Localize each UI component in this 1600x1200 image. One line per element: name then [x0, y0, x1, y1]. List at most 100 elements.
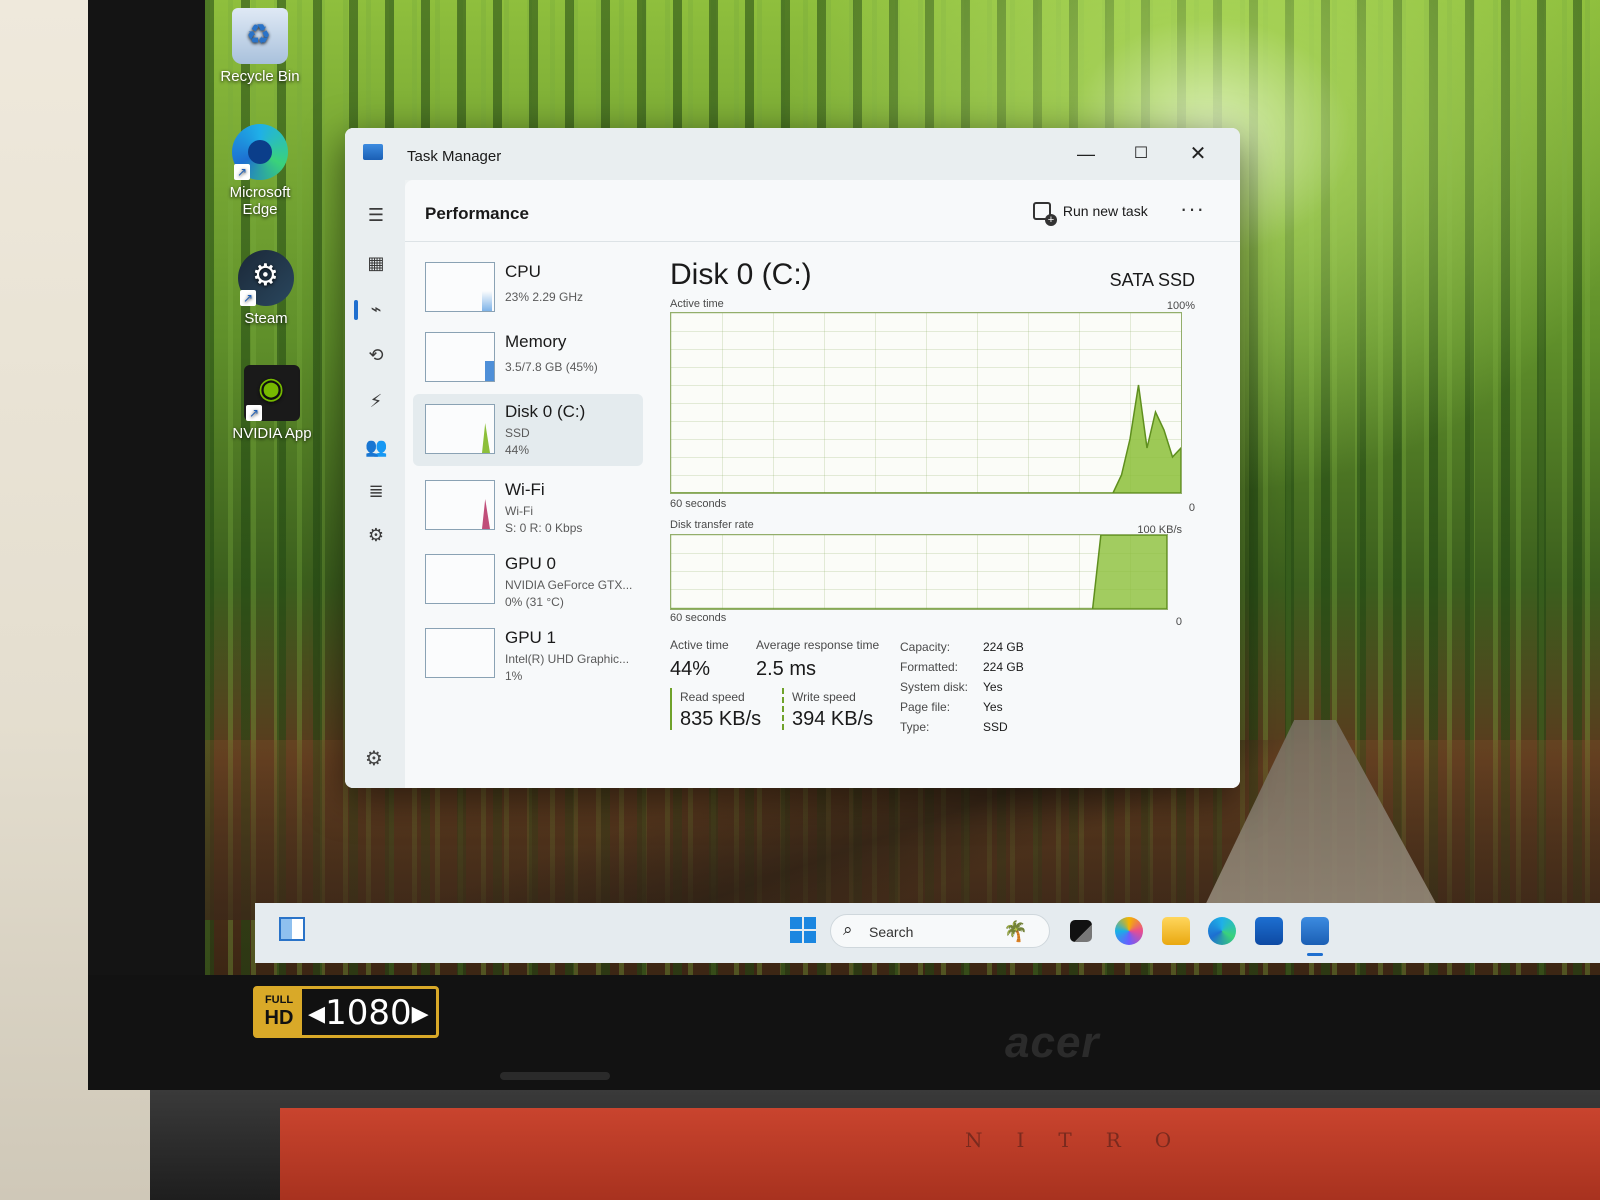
resource-item-gpu1[interactable]: GPU 1 Intel(R) UHD Graphic... 1% [413, 620, 643, 690]
avg-response-stat-label: Average response time [756, 638, 880, 652]
desktop-icon-label: Microsoft Edge [229, 184, 291, 218]
taskbar-search-box[interactable]: ⌕ Search 🌴 [830, 914, 1050, 948]
badge-top-text: FULL [264, 994, 294, 1006]
disk-title: Disk 0 (C:) [670, 258, 812, 291]
run-task-icon [1033, 202, 1057, 226]
maximize-button[interactable]: ☐ [1118, 138, 1164, 170]
capacity-value: 224 GB [983, 640, 1024, 654]
resource-detail: NVIDIA GeForce GTX... [505, 578, 633, 592]
read-speed-indicator [670, 688, 672, 730]
navigation-rail: ☰ ▦ ⌁ ⟲ ⚡ 👥 ≣ ⚙ ⚙ [345, 180, 405, 788]
nvidia-icon: ↗ [244, 365, 300, 421]
shortcut-arrow-icon: ↗ [234, 164, 250, 180]
settings-gear-icon[interactable]: ⚙ [365, 746, 383, 771]
disk-detail-panel: Disk 0 (C:) SATA SSD Active time 100% 60… [670, 248, 1210, 788]
disk-thumbnail-graph [425, 404, 495, 454]
desktop-icon-label: Recycle Bin [220, 68, 300, 85]
gpu1-thumbnail-graph [425, 628, 495, 678]
store-icon[interactable] [1255, 917, 1283, 945]
recycle-bin-icon [232, 8, 288, 64]
model-name: NITRO [965, 1128, 1206, 1152]
active-time-series-area [671, 384, 1181, 493]
task-manager-taskbar-icon[interactable] [1301, 917, 1329, 945]
resource-name: GPU 1 [505, 628, 557, 647]
search-highlight-icon: 🌴 [1003, 921, 1028, 943]
desktop-icon-nvidia[interactable]: ↗ NVIDIA App [217, 365, 327, 442]
resource-name: Memory [505, 332, 567, 351]
type-value: SSD [983, 720, 1008, 734]
magnifier-icon: ⌕ [843, 920, 853, 939]
details-icon[interactable]: ≣ [365, 480, 387, 502]
hamburger-menu-icon[interactable]: ☰ [365, 204, 387, 226]
task-manager-window: Task Manager — ☐ ✕ ☰ ▦ ⌁ ⟲ ⚡ 👥 ≣ ⚙ ⚙ Per… [345, 128, 1240, 788]
resource-detail: 0% (31 °C) [505, 595, 564, 609]
write-speed-indicator [782, 688, 784, 730]
edge-taskbar-icon[interactable] [1208, 917, 1236, 945]
startup-apps-icon[interactable]: ⚡ [365, 390, 387, 412]
brand-logo: acer [1005, 1018, 1100, 1067]
resource-detail: Wi-Fi [505, 504, 533, 518]
resource-detail: S: 0 R: 0 Kbps [505, 521, 583, 535]
window-title: Task Manager [407, 148, 502, 165]
users-icon[interactable]: 👥 [365, 436, 387, 458]
shortcut-arrow-icon: ↗ [246, 405, 262, 421]
page-title: Performance [425, 204, 529, 223]
resource-name: GPU 0 [505, 554, 557, 573]
steam-icon: ↗ [238, 250, 294, 306]
laptop-red-trim [280, 1108, 1600, 1200]
cpu-thumbnail-graph [425, 262, 495, 312]
copilot-icon[interactable] [1115, 917, 1143, 945]
desktop-icon-recycle-bin[interactable]: Recycle Bin [205, 8, 315, 85]
task-view-icon[interactable] [1070, 920, 1092, 942]
resource-name: Wi-Fi [505, 480, 545, 499]
close-button[interactable]: ✕ [1175, 138, 1221, 170]
desktop-icon-label: Steam [244, 310, 288, 327]
more-options-button[interactable]: ··· [1180, 196, 1205, 222]
read-speed-value: 835 KB/s [680, 708, 762, 730]
formatted-value: 224 GB [983, 660, 1024, 674]
resource-detail: 23% 2.29 GHz [505, 290, 584, 304]
page-file-value: Yes [983, 700, 1003, 714]
services-icon[interactable]: ⚙ [365, 524, 387, 546]
resource-item-gpu0[interactable]: GPU 0 NVIDIA GeForce GTX... 0% (31 °C) [413, 546, 643, 616]
resource-detail: SSD [505, 426, 530, 440]
transfer-rate-chart-label: Disk transfer rate [670, 519, 754, 531]
resource-item-wifi[interactable]: Wi-Fi Wi-Fi S: 0 R: 0 Kbps [413, 472, 643, 542]
resource-item-disk[interactable]: Disk 0 (C:) SSD 44% [413, 394, 643, 466]
desktop-icon-edge[interactable]: ↗ Microsoft Edge [205, 124, 315, 218]
performance-icon[interactable]: ⌁ [365, 298, 387, 320]
active-time-max-label: 100% [1166, 300, 1195, 312]
transfer-rate-duration-label: 60 seconds [670, 612, 727, 624]
chart-svg [671, 535, 1167, 609]
system-disk-label: System disk: [900, 680, 969, 694]
transfer-rate-min-label: 0 [1175, 616, 1182, 628]
run-new-task-label: Run new task [1062, 203, 1148, 219]
widgets-icon[interactable] [279, 917, 305, 941]
formatted-label: Formatted: [900, 660, 959, 674]
system-disk-value: Yes [983, 680, 1003, 694]
active-time-chart-label: Active time [670, 298, 724, 310]
minimize-button[interactable]: — [1063, 138, 1109, 170]
badge-resolution-text: ◂1080▸ [308, 993, 429, 1033]
app-history-icon[interactable]: ⟲ [365, 344, 387, 366]
active-time-duration-label: 60 seconds [670, 498, 727, 510]
page-header: Performance Run new task ··· [405, 180, 1240, 242]
resource-item-memory[interactable]: Memory 3.5/7.8 GB (45%) [413, 324, 643, 394]
full-hd-badge: FULL HD ◂1080▸ [253, 986, 439, 1038]
write-speed-label: Write speed [792, 690, 856, 704]
resource-detail: 1% [505, 669, 523, 683]
content-area: Performance Run new task ··· CPU 23% 2.2… [405, 180, 1240, 788]
resource-detail: Intel(R) UHD Graphic... [505, 652, 630, 666]
title-bar[interactable]: Task Manager — ☐ ✕ [345, 128, 1240, 180]
chart-svg [671, 384, 1181, 493]
active-time-min-label: 0 [1188, 502, 1195, 514]
run-new-task-button[interactable]: Run new task [1033, 202, 1148, 226]
desktop-icon-steam[interactable]: ↗ Steam [211, 250, 321, 327]
edge-icon: ↗ [232, 124, 288, 180]
file-explorer-icon[interactable] [1162, 917, 1190, 945]
processes-icon[interactable]: ▦ [365, 252, 387, 274]
resource-item-cpu[interactable]: CPU 23% 2.29 GHz [413, 254, 643, 324]
start-button[interactable] [790, 917, 816, 943]
transfer-rate-series-area [671, 535, 1167, 609]
active-time-chart [670, 312, 1182, 494]
